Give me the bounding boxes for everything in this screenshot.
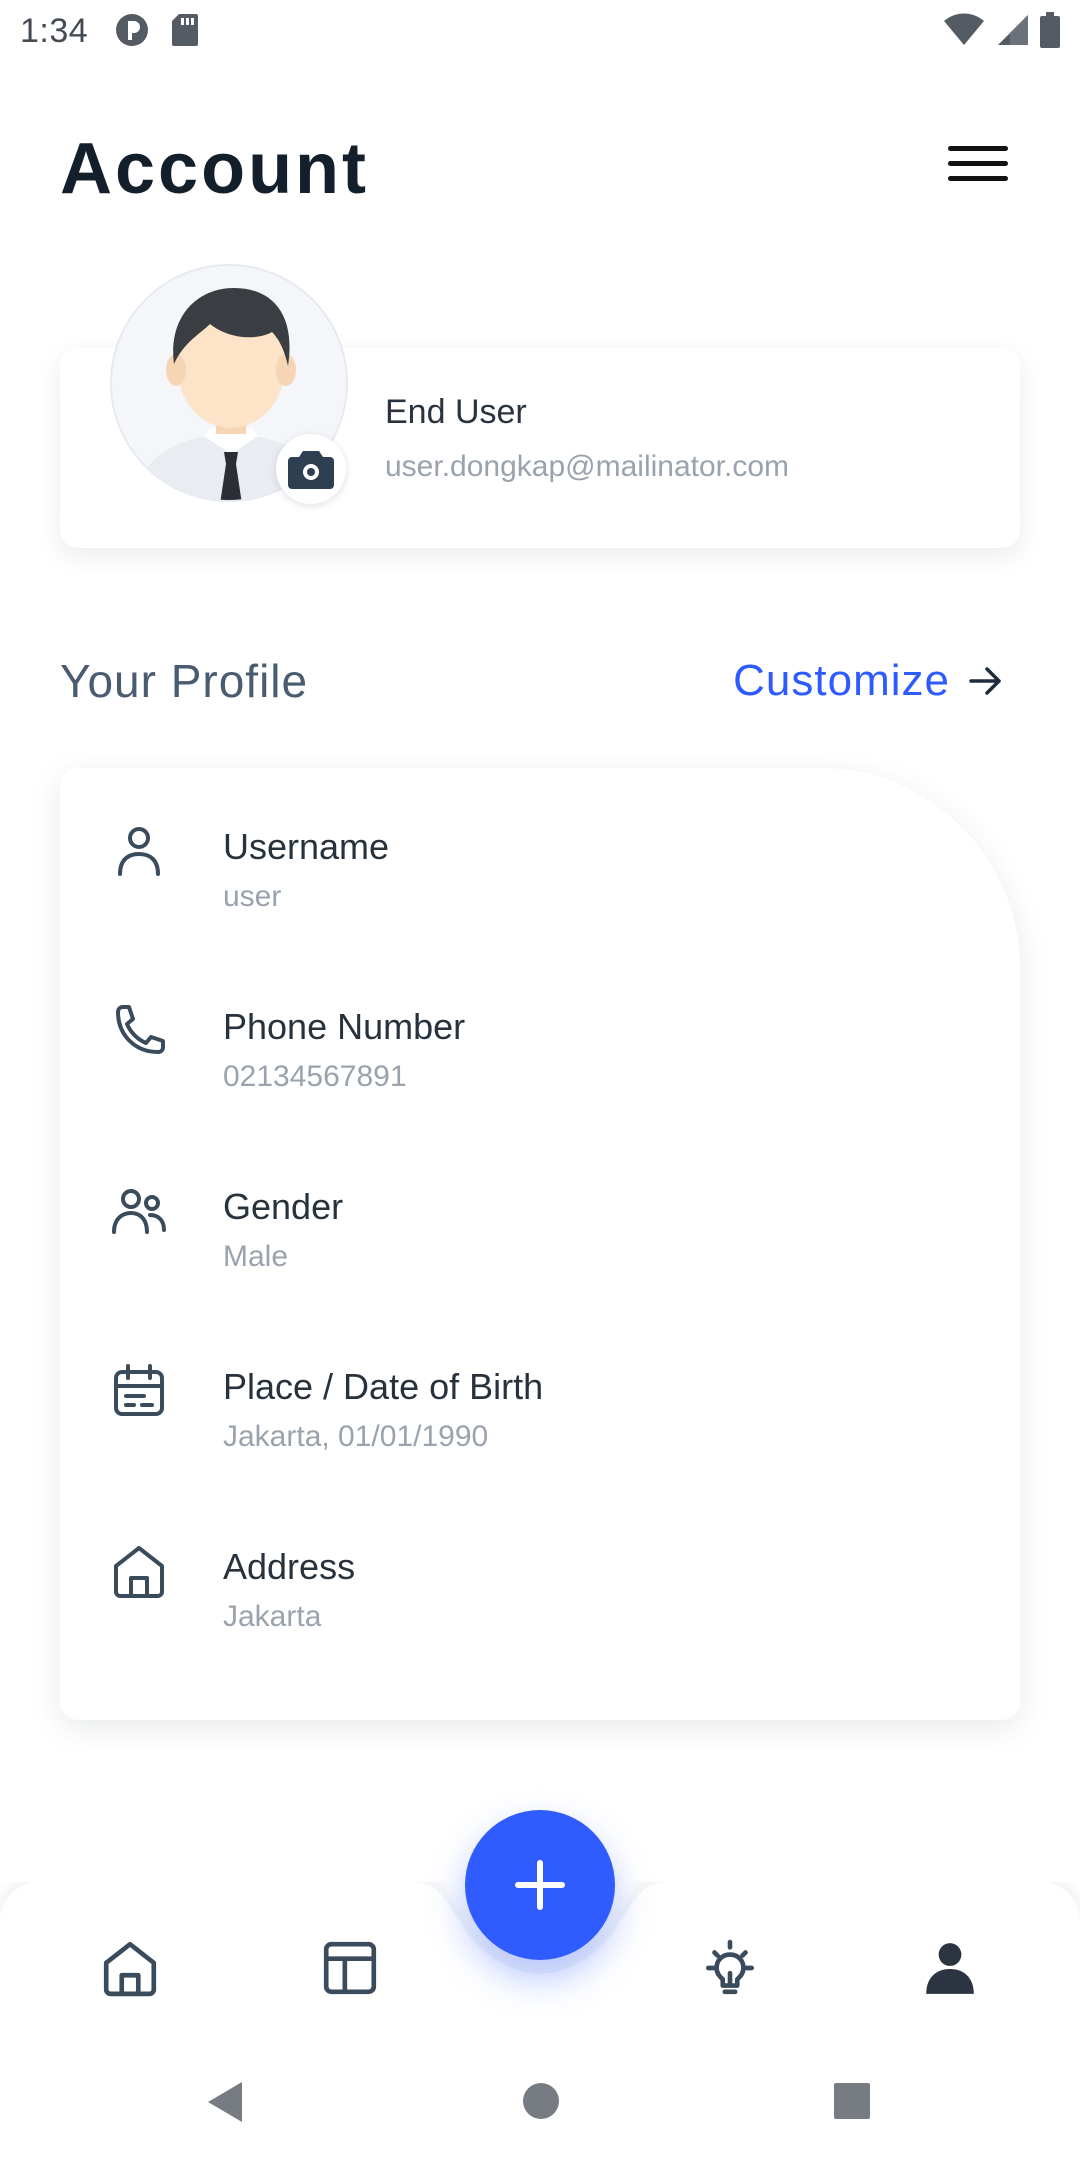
account-email: user.dongkap@mailinator.com: [385, 450, 790, 483]
phone-icon: [116, 1005, 165, 1054]
recents-square-icon: [834, 2083, 870, 2119]
back-icon: [208, 2082, 242, 2122]
signal-app-icon: [116, 14, 148, 46]
sd-card-icon: [172, 14, 198, 46]
customize-link[interactable]: Customize: [733, 656, 1004, 706]
nav-ideas-button[interactable]: [700, 1938, 760, 1998]
profile-item-address[interactable]: Address Jakarta: [60, 1488, 1020, 1633]
nav-dashboard-button[interactable]: [320, 1938, 380, 1998]
profile-item-value: user: [223, 880, 282, 913]
layout-icon: [323, 1941, 377, 1995]
add-button[interactable]: [465, 1810, 615, 1960]
system-recents-button[interactable]: [833, 2082, 871, 2125]
profile-item-label: Username: [223, 826, 390, 867]
lightbulb-icon: [705, 1939, 755, 1995]
home-circle-icon: [523, 2083, 559, 2119]
profile-item-label: Gender: [223, 1186, 344, 1227]
customize-label: Customize: [733, 656, 950, 705]
profile-card: Username user Phone Number 02134567891 G…: [60, 768, 1020, 1720]
people-icon: [112, 1189, 166, 1234]
profile-item-birth[interactable]: Place / Date of Birth Jakarta, 01/01/199…: [60, 1308, 1020, 1453]
profile-icon: [926, 1943, 974, 1994]
hamburger-menu-icon: [948, 146, 1008, 151]
profile-item-label: Place / Date of Birth: [223, 1366, 544, 1407]
status-time: 1:34: [20, 12, 89, 50]
profile-item-label: Phone Number: [223, 1006, 466, 1047]
system-back-button[interactable]: [204, 2080, 248, 2129]
change-photo-button[interactable]: [276, 434, 346, 504]
profile-item-value: Jakarta: [223, 1600, 322, 1633]
calendar-icon: [114, 1364, 164, 1416]
page-title: Account: [60, 129, 369, 209]
nav-home-button[interactable]: [100, 1938, 160, 1998]
status-bar: 1:34: [0, 0, 1080, 64]
home-icon: [103, 1941, 157, 1997]
arrow-right-icon: [969, 667, 1001, 695]
profile-item-username[interactable]: Username user: [60, 768, 1020, 913]
profile-item-gender[interactable]: Gender Male: [60, 1128, 1020, 1273]
person-icon: [118, 827, 160, 876]
wifi-icon: [944, 13, 984, 45]
profile-item-value: Male: [223, 1240, 289, 1273]
camera-icon: [288, 451, 334, 489]
status-left-icons: [114, 12, 200, 48]
status-right-icons: [942, 12, 1060, 48]
profile-item-value: 02134567891: [223, 1060, 407, 1093]
battery-icon: [1040, 12, 1060, 48]
profile-item-value: Jakarta, 01/01/1990: [223, 1420, 489, 1453]
account-name: End User: [385, 393, 527, 431]
add-icon: [515, 1860, 565, 1910]
menu-button[interactable]: [948, 146, 1008, 190]
section-title: Your Profile: [60, 655, 309, 707]
cellular-icon: [998, 15, 1028, 45]
system-home-button[interactable]: [522, 2082, 560, 2125]
profile-item-phone[interactable]: Phone Number 02134567891: [60, 948, 1020, 1093]
profile-item-label: Address: [223, 1546, 356, 1587]
nav-profile-button[interactable]: [920, 1938, 980, 1998]
home-icon: [114, 1546, 164, 1598]
